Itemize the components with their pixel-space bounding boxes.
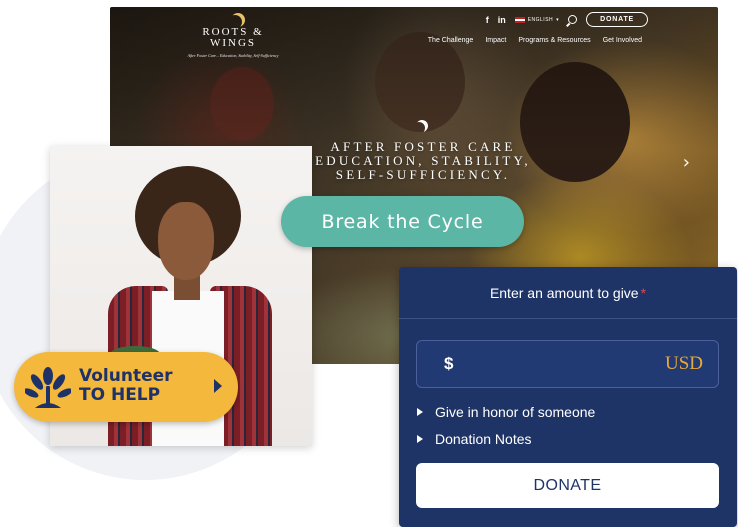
language-selector[interactable]: ENGLISH ▾ (514, 16, 560, 23)
search-icon[interactable] (568, 15, 578, 24)
photo-face (158, 202, 214, 280)
honor-expander[interactable]: Give in honor of someone (417, 404, 595, 420)
logo-tagline: After Foster Care... Education, Stabilit… (187, 53, 279, 58)
hero-tagline: AFTER FOSTER CARE EDUCATION, STABILITY, … (308, 140, 538, 182)
hero-tagline-line: EDUCATION, STABILITY, (315, 153, 531, 168)
notes-label: Donation Notes (435, 431, 532, 447)
chevron-right-icon[interactable]: › (683, 152, 690, 173)
donation-widget: Enter an amount to give * $ USD Give in … (399, 267, 737, 527)
triangle-right-icon (417, 435, 423, 443)
site-logo[interactable]: ROOTS & WINGS After Foster Care... Educa… (178, 15, 288, 59)
donate-submit-button[interactable]: DONATE (416, 463, 719, 508)
triangle-right-icon (417, 408, 423, 416)
hero-tagline-line: AFTER FOSTER CARE (330, 139, 516, 154)
volunteer-label: Volunteer TO HELP (79, 367, 173, 405)
linkedin-icon[interactable]: in (498, 15, 506, 25)
nav-item-challenge[interactable]: The Challenge (428, 37, 474, 44)
moon-icon (413, 122, 425, 134)
amount-input[interactable]: $ USD (416, 340, 719, 388)
nav-item-impact[interactable]: Impact (485, 37, 506, 44)
currency-code: USD (664, 353, 703, 374)
required-marker: * (640, 284, 647, 301)
volunteer-button[interactable]: Volunteer TO HELP (14, 352, 238, 422)
honor-label: Give in honor of someone (435, 404, 596, 420)
header-donate-button[interactable]: DONATE (586, 12, 648, 27)
logo-name: ROOTS & WINGS (202, 26, 264, 49)
donation-heading: Enter an amount to give * (399, 267, 737, 319)
main-nav: The Challenge Impact Programs & Resource… (428, 37, 642, 44)
language-label: ENGLISH (527, 16, 554, 23)
break-the-cycle-button[interactable]: Break the Cycle (281, 196, 524, 247)
volunteer-line-2: TO HELP (79, 385, 161, 405)
top-utility-bar: f in ENGLISH ▾ DONATE (486, 12, 648, 27)
tree-icon (25, 367, 71, 408)
nav-item-get-involved[interactable]: Get Involved (603, 37, 642, 44)
notes-expander[interactable]: Donation Notes (417, 431, 532, 447)
donation-heading-text: Enter an amount to give (489, 284, 639, 301)
play-arrow-icon (214, 379, 222, 393)
us-flag-icon (514, 16, 525, 23)
nav-item-programs[interactable]: Programs & Resources (518, 37, 590, 44)
currency-symbol: $ (444, 354, 454, 373)
facebook-icon[interactable]: f (486, 15, 489, 25)
logo-moon-icon (228, 15, 242, 29)
chevron-down-icon: ▾ (556, 16, 560, 23)
volunteer-line-1: Volunteer (79, 366, 173, 386)
hero-tagline-line: SELF-SUFFICIENCY. (335, 167, 511, 182)
